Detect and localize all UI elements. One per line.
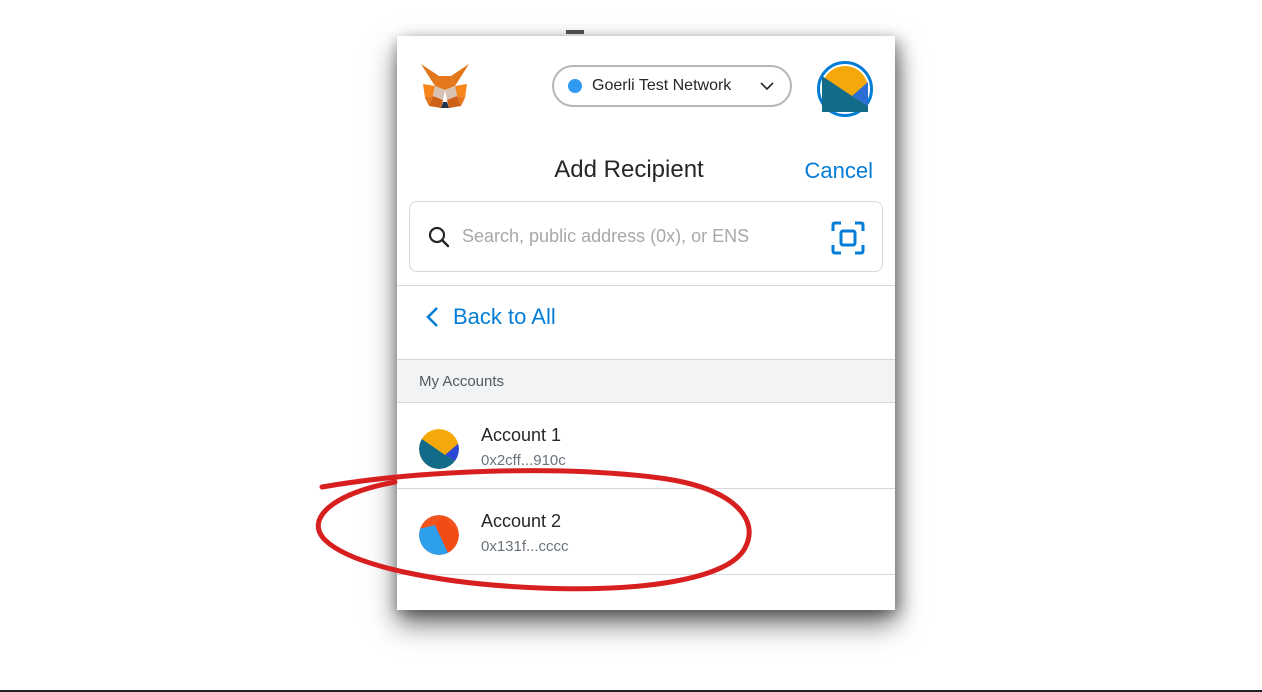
chevron-left-icon [426, 307, 438, 327]
network-selector[interactable]: Goerli Test Network [552, 65, 792, 107]
identicon [822, 66, 868, 112]
account-name: Account 1 [481, 425, 562, 445]
account-row[interactable]: Account 2 0x131f...cccc [397, 489, 895, 575]
search-input[interactable] [462, 216, 822, 256]
account-identicon [419, 515, 459, 555]
section-header: My Accounts [397, 359, 895, 403]
qr-scan-icon[interactable] [831, 221, 865, 255]
divider [397, 285, 895, 286]
account-row[interactable]: Account 1 0x2cff...910c [397, 403, 895, 489]
page-title: Add Recipient [554, 156, 704, 183]
account-menu-avatar[interactable] [817, 61, 873, 117]
account-name: Account 2 [481, 511, 562, 531]
section-label: My Accounts [419, 373, 505, 390]
back-to-all-link[interactable]: Back to All [425, 304, 556, 330]
cancel-button[interactable]: Cancel [805, 158, 873, 184]
metamask-fox-icon [421, 64, 469, 108]
network-label: Goerli Test Network [592, 77, 732, 94]
search-icon [428, 226, 450, 248]
recipient-search-box [409, 201, 883, 272]
background-fragment [566, 30, 584, 34]
chevron-down-icon [760, 82, 774, 91]
metamask-popup: Goerli Test Network Add Recipient Cancel [397, 36, 895, 610]
network-status-dot [568, 79, 582, 93]
account-address: 0x131f...cccc [481, 538, 569, 555]
back-to-all-label: Back to All [453, 304, 556, 329]
account-address: 0x2cff...910c [481, 452, 566, 469]
account-identicon [419, 429, 459, 469]
